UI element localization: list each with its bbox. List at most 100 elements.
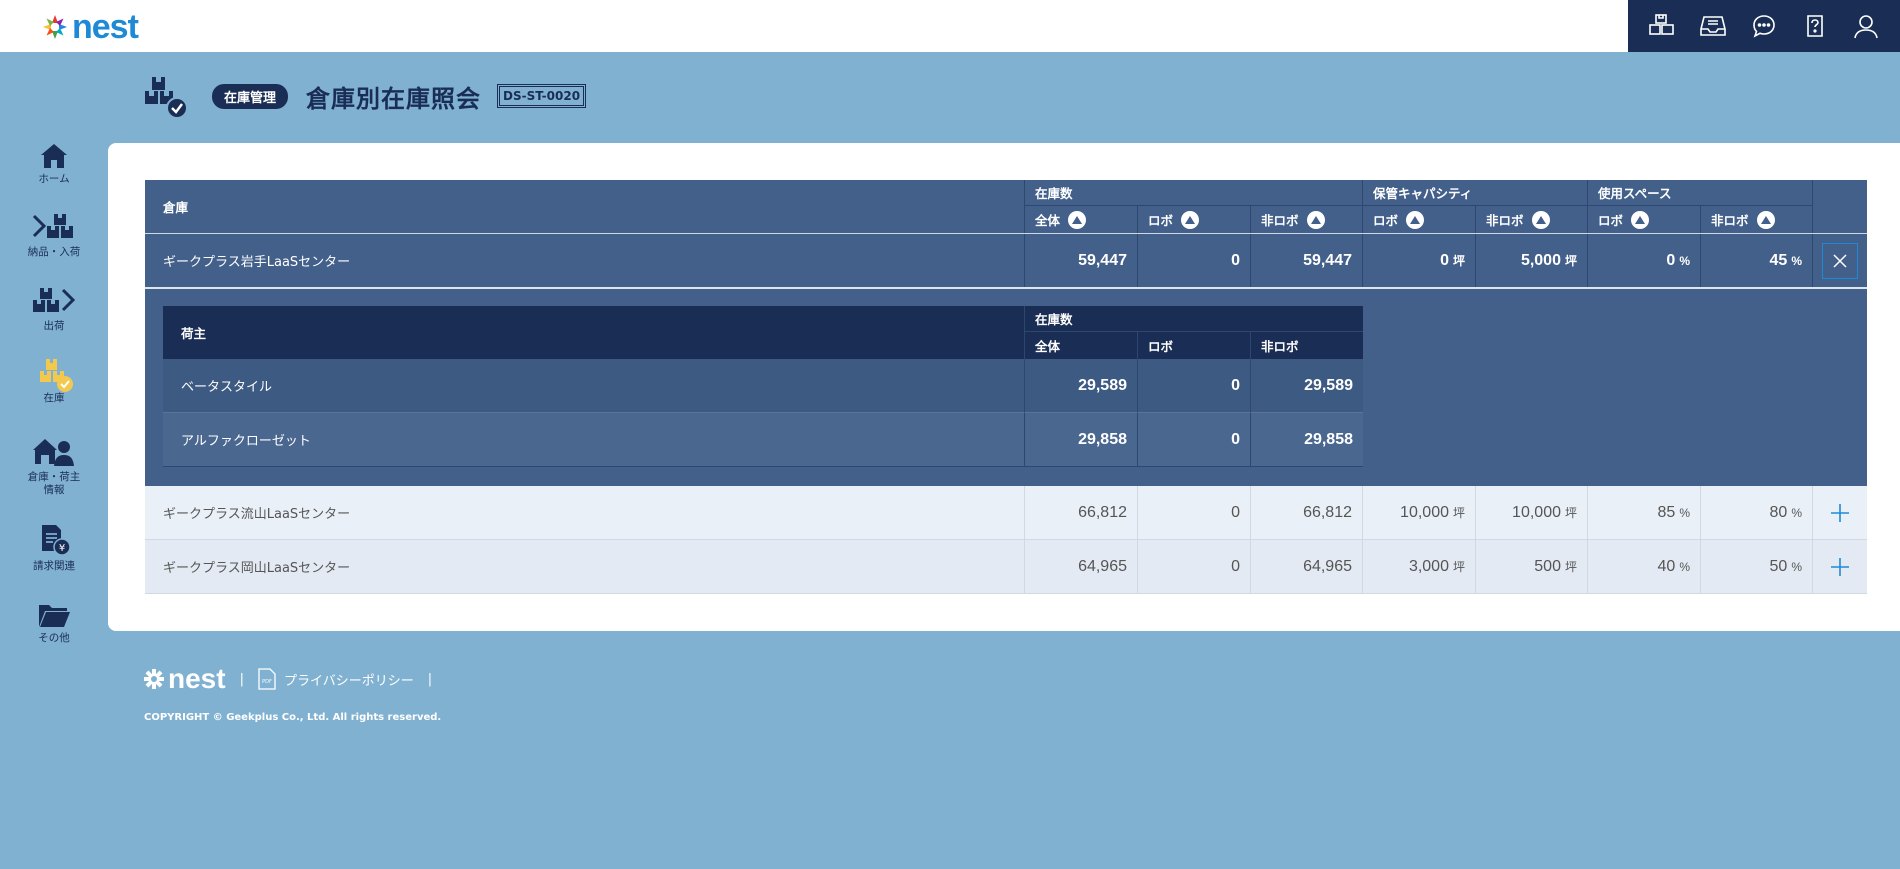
header-label: ロボ	[1373, 213, 1399, 228]
header-label: 非ロボ	[1486, 213, 1524, 228]
table-row[interactable]: ギークプラス流山LaaSセンター 66,812 0 66,812 10,000 坪…	[145, 486, 1867, 540]
user-icon[interactable]	[1851, 11, 1881, 41]
sort-stock-nonrobo[interactable]: 非ロボ	[1251, 206, 1363, 233]
copyright: COPYRIGHT © Geekplus Co., Ltd. All right…	[144, 712, 442, 723]
sort-up-icon[interactable]	[1068, 210, 1087, 229]
value: 50	[1769, 557, 1788, 575]
capacity-robo: 10,000 坪	[1363, 486, 1476, 539]
table-row[interactable]: ギークプラス岩手LaaSセンター 59,447 0 59,447 0坪 5,00…	[145, 233, 1867, 287]
value: 10,000	[1512, 503, 1561, 521]
sub-header-robo: ロボ	[1138, 332, 1251, 359]
sub-header-nonrobo: 非ロボ	[1251, 332, 1363, 359]
header-space: 使用スペース	[1588, 180, 1813, 206]
capacity-robo: 0坪	[1363, 234, 1476, 287]
stock-robo: 0	[1138, 234, 1251, 287]
sidebar-item-home[interactable]: ホーム	[0, 142, 108, 186]
boxes-icon[interactable]	[1647, 11, 1677, 41]
owner-stock-nonrobo: 29,589	[1251, 359, 1363, 413]
nest-logo-icon	[43, 15, 67, 39]
svg-text:PDF: PDF	[262, 679, 272, 685]
sort-up-icon[interactable]	[1531, 210, 1550, 229]
unit-pct: %	[1791, 505, 1802, 520]
owner-stock-all: 29,858	[1025, 413, 1138, 467]
sidebar-item-label: 納品・入荷	[27, 246, 81, 258]
category-badge: 在庫管理	[212, 83, 289, 109]
warehouse-name: ギークプラス流山LaaSセンター	[145, 486, 1025, 539]
sidebar-item-warehouse-owner[interactable]: 倉庫・荷主 情報	[0, 436, 108, 497]
sub-header-all: 全体	[1025, 332, 1138, 359]
unit-tsubo: 坪	[1564, 560, 1577, 574]
space-robo: 0%	[1588, 234, 1701, 287]
warehouse-name: ギークプラス岩手LaaSセンター	[145, 234, 1025, 287]
home-icon	[41, 144, 67, 168]
expand-button[interactable]	[1813, 540, 1867, 593]
plus-icon[interactable]	[1830, 557, 1850, 577]
sort-space-nonrobo[interactable]: 非ロボ	[1701, 206, 1813, 233]
sidebar-item-label: 倉庫・荷主	[27, 471, 81, 483]
owner-name: ベータスタイル	[163, 359, 1025, 413]
sort-stock-all[interactable]: 全体	[1025, 206, 1138, 233]
space-nonrobo: 80%	[1701, 486, 1813, 539]
expand-button[interactable]	[1813, 486, 1867, 539]
outbound-icon	[33, 288, 76, 312]
table-header: 倉庫 在庫数 保管キャパシティ 使用スペース 全体 ロボ 非ロボ ロボ 非ロボ …	[145, 180, 1867, 233]
sort-capacity-robo[interactable]: ロボ	[1363, 206, 1476, 233]
svg-text:¥: ¥	[59, 543, 65, 554]
footer-divider: |	[427, 671, 433, 687]
sidebar-item-billing[interactable]: ¥ 請求関連	[0, 523, 108, 573]
capacity-nonrobo: 5,000 坪	[1476, 234, 1588, 287]
space-nonrobo: 45%	[1701, 234, 1813, 287]
header-label: ロボ	[1148, 213, 1174, 228]
stock-nonrobo: 64,965	[1251, 540, 1363, 593]
close-icon[interactable]	[1822, 242, 1858, 279]
value: 3,000	[1408, 557, 1449, 575]
stock-robo: 0	[1138, 486, 1251, 539]
sidebar-item-label: 請求関連	[33, 560, 75, 572]
capacity-nonrobo: 500 坪	[1476, 540, 1588, 593]
sort-capacity-nonrobo[interactable]: 非ロボ	[1476, 206, 1588, 233]
sidebar-item-inventory[interactable]: 在庫	[0, 356, 108, 405]
inventory-page-icon	[145, 77, 188, 119]
unit-tsubo: 坪	[1452, 506, 1465, 520]
chat-icon[interactable]	[1749, 11, 1779, 41]
unit-tsubo: 坪	[1452, 560, 1465, 574]
nest-logo[interactable]: nest	[42, 10, 139, 44]
capacity-robo: 3,000 坪	[1363, 540, 1476, 593]
sort-up-icon[interactable]	[1756, 210, 1775, 229]
header-stock: 在庫数	[1025, 180, 1363, 206]
unit-tsubo: 坪	[1452, 254, 1465, 268]
sort-up-icon[interactable]	[1631, 210, 1650, 229]
stock-all: 64,965	[1025, 540, 1138, 593]
sort-up-icon[interactable]	[1306, 210, 1325, 229]
owner-stock-all: 29,589	[1025, 359, 1138, 413]
header-warehouse: 倉庫	[145, 180, 1025, 233]
value: 80	[1769, 503, 1788, 521]
unit-pct: %	[1791, 559, 1802, 574]
table-row[interactable]: ギークプラス岡山LaaSセンター 64,965 0 64,965 3,000 坪 …	[145, 540, 1867, 594]
unit-pct: %	[1679, 505, 1690, 520]
owner-stock-robo: 0	[1138, 359, 1251, 413]
help-icon[interactable]	[1800, 11, 1830, 41]
sort-stock-robo[interactable]: ロボ	[1138, 206, 1251, 233]
footer-divider: |	[239, 671, 244, 687]
sidebar-item-label: 在庫	[43, 392, 65, 404]
sidebar-item-inbound[interactable]: 納品・入荷	[0, 213, 108, 259]
sort-up-icon[interactable]	[1181, 210, 1200, 229]
billing-icon: ¥	[42, 525, 71, 556]
value: 5,000	[1520, 251, 1561, 269]
plus-icon[interactable]	[1830, 503, 1850, 523]
privacy-policy-link[interactable]: プライバシーポリシー	[284, 670, 414, 689]
unit-pct: %	[1679, 559, 1690, 574]
collapse-button[interactable]	[1813, 234, 1867, 287]
inbox-icon[interactable]	[1698, 11, 1728, 41]
stock-robo: 0	[1138, 540, 1251, 593]
sidebar-item-label: 出荷	[43, 320, 65, 332]
sort-up-icon[interactable]	[1406, 210, 1425, 229]
value: 500	[1534, 557, 1561, 575]
sidebar-item-outbound[interactable]: 出荷	[0, 287, 108, 333]
sidebar-item-other[interactable]: その他	[0, 601, 108, 645]
folder-icon	[39, 605, 70, 627]
expanded-detail-panel: 荷主 在庫数 全体 ロボ 非ロボ ベータスタイル 29,589 0 29,589…	[145, 287, 1867, 486]
sort-space-robo[interactable]: ロボ	[1588, 206, 1701, 233]
header-label: 非ロボ	[1711, 213, 1749, 228]
